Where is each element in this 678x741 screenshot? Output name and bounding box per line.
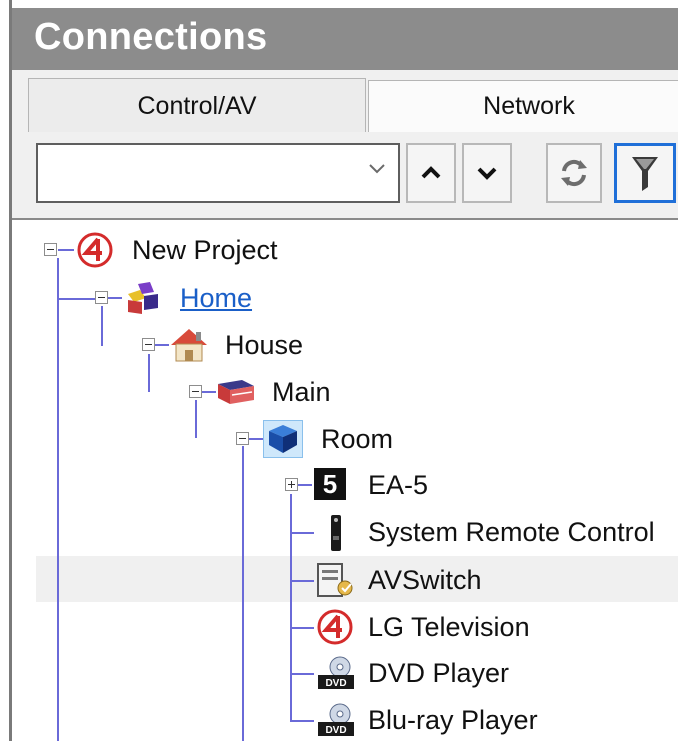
toolbar <box>12 132 678 220</box>
panel-title: Connections <box>34 16 268 58</box>
tree-line <box>202 391 216 393</box>
tree-node-dvd-player[interactable]: DVD DVD Player <box>276 653 509 693</box>
tree-node-label: Home <box>180 282 253 313</box>
room-cube-icon <box>269 425 297 453</box>
svg-text:DVD: DVD <box>325 725 346 736</box>
collapse-toggle[interactable] <box>44 243 57 256</box>
floor-icon <box>218 380 254 404</box>
dvd-player-icon: DVD <box>318 656 354 689</box>
filter-button[interactable] <box>614 143 676 203</box>
collapse-toggle[interactable] <box>189 385 202 398</box>
remote-control-icon <box>331 515 341 551</box>
tree-node-label: Room <box>321 423 394 454</box>
svg-text:DVD: DVD <box>325 678 346 689</box>
tree-node-lg-television[interactable]: LG Television <box>276 607 530 647</box>
expand-toggle[interactable] <box>285 478 298 491</box>
tree-node-ea-5[interactable]: 5 EA-5 <box>276 465 428 505</box>
tree-node-label: House <box>225 329 304 360</box>
tree-node-avswitch[interactable]: AVSwitch <box>276 560 482 600</box>
filter-icon <box>632 157 658 191</box>
collapse-toggle[interactable] <box>142 338 155 351</box>
move-down-button[interactable] <box>462 143 512 203</box>
chevron-down-icon[interactable] <box>366 157 388 186</box>
home-cubes-icon <box>128 282 158 314</box>
tree-node-main[interactable]: Main <box>182 372 331 412</box>
tree-node-label: AVSwitch <box>368 564 482 595</box>
tree-node-home[interactable]: Home <box>88 278 252 318</box>
tree-line <box>108 297 122 299</box>
search-combo[interactable] <box>36 143 400 203</box>
panel-title-bar: Connections <box>12 8 678 70</box>
tree-line <box>58 249 74 251</box>
tree-node-house[interactable]: House <box>135 325 303 365</box>
up-arrow-icon <box>421 166 441 179</box>
tab-control-av[interactable]: Control/AV <box>28 78 366 134</box>
tree-node-label: System Remote Control <box>368 516 655 547</box>
tab-strip: Control/AV Network <box>12 70 678 134</box>
control4-logo-icon <box>317 609 353 645</box>
down-arrow-icon <box>477 167 497 180</box>
tree-node-blu-ray-player[interactable]: DVD Blu-ray Player <box>276 700 538 740</box>
tree-line <box>298 484 312 486</box>
tab-network-label: Network <box>483 92 575 120</box>
tree-node-system-remote-control[interactable]: System Remote Control <box>276 512 655 552</box>
refresh-button[interactable] <box>546 143 602 203</box>
av-switch-icon <box>317 563 353 597</box>
control4-logo-icon <box>77 232 113 268</box>
tab-control-av-label: Control/AV <box>137 92 257 120</box>
tree-node-label: New Project <box>132 234 278 265</box>
refresh-icon <box>561 159 587 187</box>
tree-node-new-project[interactable]: New Project <box>40 230 278 270</box>
tree-node-label: DVD Player <box>368 657 510 688</box>
tree-line <box>57 258 59 741</box>
tree-line <box>242 446 244 741</box>
collapse-toggle[interactable] <box>95 291 108 304</box>
tree-line <box>249 438 263 440</box>
ea5-controller-icon: 5 <box>314 468 346 500</box>
collapse-toggle[interactable] <box>236 432 249 445</box>
tree-node-room[interactable]: Room <box>229 419 393 459</box>
house-icon <box>171 329 207 362</box>
tree-node-label: LG Television <box>368 611 530 642</box>
move-up-button[interactable] <box>406 143 456 203</box>
blu-ray-player-icon: DVD <box>318 703 354 736</box>
tree-node-label: EA-5 <box>368 469 429 500</box>
tree-node-label: Blu-ray Player <box>368 704 538 735</box>
tree-node-label: Main <box>272 376 331 407</box>
tree-line <box>155 344 169 346</box>
tab-network[interactable]: Network <box>368 80 678 132</box>
